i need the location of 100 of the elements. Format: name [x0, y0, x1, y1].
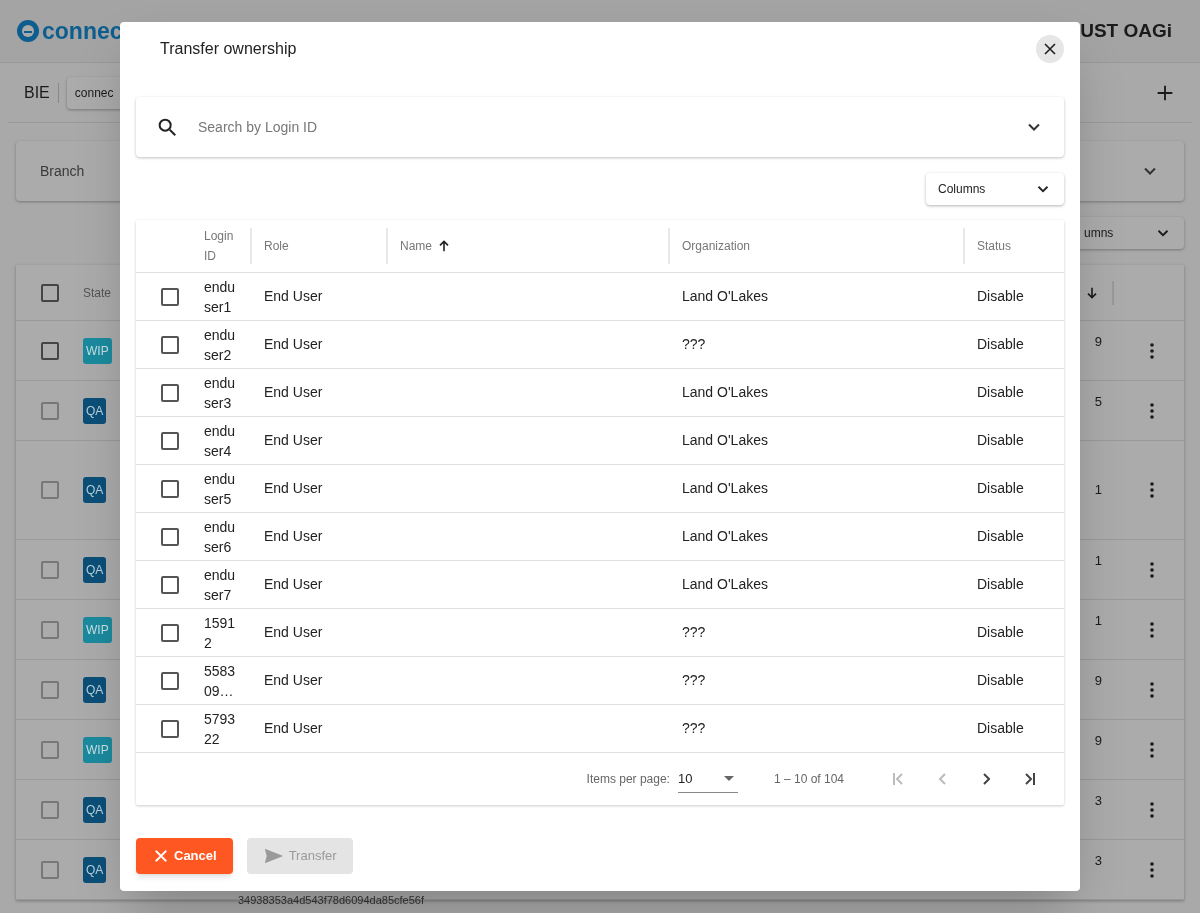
row-checkbox[interactable] [41, 860, 59, 879]
row-checkbox[interactable] [161, 527, 179, 546]
role-cell: End User [264, 624, 323, 640]
column-header[interactable]: Role [264, 237, 289, 255]
row-checkbox[interactable] [161, 431, 179, 450]
cancel-button[interactable]: Cancel [136, 838, 233, 874]
login-id-cell-text: 15912 [204, 613, 237, 653]
column-header[interactable]: Status [977, 237, 1012, 255]
state-badge: QA [83, 556, 107, 583]
table-cell-text: 1 [1094, 551, 1102, 570]
page-title: BIE [24, 82, 50, 103]
select-all-checkbox[interactable] [41, 283, 59, 302]
organization-cell: Land O'Lakes [682, 384, 768, 400]
state-badge: WIP [83, 616, 112, 643]
row-checkbox[interactable] [161, 623, 179, 642]
role-cell: End User [264, 576, 323, 592]
status-cell: Disable [977, 672, 1024, 688]
status-cell: Disable [977, 720, 1024, 736]
more-options-icon[interactable] [1150, 801, 1154, 818]
state-badge: QA [83, 477, 107, 503]
dialog-title: Transfer ownership [160, 39, 297, 59]
more-options-icon[interactable] [1150, 861, 1154, 878]
row-checkbox[interactable] [41, 680, 59, 699]
role-cell: End User [264, 288, 323, 304]
row-checkbox[interactable] [161, 287, 179, 306]
close-button[interactable] [1036, 35, 1064, 63]
close-icon [152, 847, 170, 865]
row-checkbox[interactable] [41, 800, 59, 819]
login-id-cell-text: enduser1 [204, 277, 237, 317]
more-options-icon[interactable] [1150, 482, 1154, 498]
status-cell: Disable [977, 432, 1024, 448]
organization-cell: ??? [682, 720, 706, 736]
row-checkbox[interactable] [161, 671, 179, 690]
state-badge: WIP [83, 736, 112, 763]
column-header[interactable]: Organization [682, 237, 751, 255]
row-checkbox[interactable] [41, 620, 59, 639]
login-id-cell-text: enduser3 [204, 373, 237, 413]
login-id-cell-text: enduser6 [204, 517, 237, 557]
row-checkbox[interactable] [41, 560, 59, 579]
role-cell: End User [264, 336, 323, 352]
search-icon [156, 116, 178, 138]
more-options-icon[interactable] [1150, 681, 1154, 698]
table-cell-text: 1 [1094, 481, 1102, 500]
column-header[interactable]: Login ID [204, 226, 240, 266]
login-id-cell-text: 558309… [204, 661, 237, 701]
status-cell: Disable [977, 480, 1024, 496]
table-cell-text: 5 [1094, 392, 1102, 411]
role-cell: End User [264, 384, 323, 400]
columns-dropdown[interactable]: Columns [926, 173, 1064, 205]
more-options-icon[interactable] [1150, 402, 1154, 419]
table-cell-text: 9 [1094, 671, 1102, 690]
login-id-cell-text: enduser2 [204, 325, 237, 365]
organization-cell: Land O'Lakes [682, 480, 768, 496]
organization-cell: Land O'Lakes [682, 288, 768, 304]
dropdown-triangle-icon [723, 776, 734, 781]
column-header[interactable]: State [83, 283, 112, 302]
status-cell: Disable [977, 384, 1024, 400]
previous-page-icon [938, 773, 946, 785]
search-input[interactable]: Search by Login ID [198, 116, 1024, 138]
logo-text: connec [42, 16, 123, 46]
more-options-icon[interactable] [1150, 342, 1154, 359]
row-checkbox[interactable] [41, 740, 59, 759]
hash-text: 34938353a4d543f78d6094da85cfe56f [238, 894, 424, 906]
row-checkbox[interactable] [161, 575, 179, 594]
login-id-cell-text: enduser5 [204, 469, 237, 509]
state-badge: QA [83, 796, 107, 823]
state-badge: WIP [83, 337, 112, 364]
table-cell-text: 1 [1094, 611, 1102, 630]
row-checkbox[interactable] [41, 481, 59, 499]
more-options-icon[interactable] [1150, 621, 1154, 638]
row-checkbox[interactable] [41, 341, 59, 360]
status-cell: Disable [977, 528, 1024, 544]
table-cell-text: 9 [1094, 332, 1102, 351]
role-cell: End User [264, 480, 323, 496]
next-page-icon [982, 773, 990, 785]
state-badge: QA [83, 397, 107, 424]
more-options-icon[interactable] [1150, 561, 1154, 578]
table-cell-text: 9 [1094, 731, 1102, 750]
last-page-icon [1025, 772, 1035, 786]
organization-cell: Land O'Lakes [682, 528, 768, 544]
status-cell: Disable [977, 576, 1024, 592]
more-options-icon[interactable] [1150, 741, 1154, 758]
status-cell: Disable [977, 624, 1024, 640]
row-checkbox[interactable] [41, 401, 59, 420]
items-per-page-label: Items per page: [586, 771, 670, 788]
row-checkbox[interactable] [161, 383, 179, 402]
status-cell: Disable [977, 336, 1024, 352]
login-id-cell-text: enduser7 [204, 565, 237, 605]
column-header[interactable]: Name [400, 237, 432, 255]
state-badge: QA [83, 856, 107, 883]
row-checkbox[interactable] [161, 479, 179, 498]
row-checkbox[interactable] [161, 719, 179, 738]
role-cell: End User [264, 720, 323, 736]
row-checkbox[interactable] [161, 335, 179, 354]
status-cell: Disable [977, 288, 1024, 304]
role-cell: End User [264, 528, 323, 544]
page-size-select[interactable]: 10 [677, 764, 738, 794]
organization-cell: ??? [682, 624, 706, 640]
brand-text: UST OAGi [1080, 18, 1172, 43]
organization-cell: ??? [682, 672, 706, 688]
